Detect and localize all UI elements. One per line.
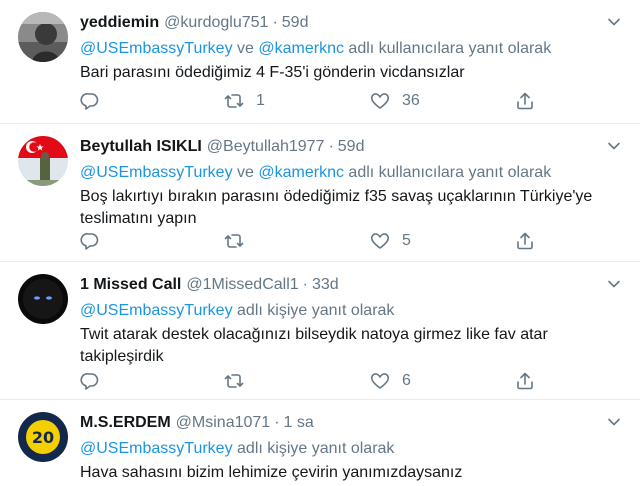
like-count: 6 (402, 372, 411, 389)
retweet-button[interactable] (224, 370, 256, 392)
share-button[interactable] (515, 230, 535, 252)
mention-link[interactable]: @USEmbassyTurkey (80, 440, 233, 457)
tweet-item[interactable]: 20 M.S.ERDEM @Msina1071 · 1 sa @USEmbassyTu… (0, 400, 640, 486)
like-count: 5 (402, 232, 411, 249)
tweet-item[interactable]: Beytullah ISIKLI @Beytullah1977 · 59d @USEm… (0, 124, 640, 262)
mention-link[interactable]: @USEmbassyTurkey (80, 40, 233, 57)
tweet-text: Bari parasını ödediğimiz 4 F-35'i gönder… (80, 64, 465, 81)
more-options-button[interactable] (604, 136, 624, 156)
reply-context: @USEmbassyTurkey adlı kişiye yanıt olara… (80, 300, 394, 322)
tweet-actions: 5 (80, 230, 540, 252)
reply-conjunction: ve (232, 164, 259, 181)
heart-icon (370, 233, 390, 249)
user-handle[interactable]: @kurdoglu751 (164, 14, 268, 31)
tweet-actions: 1 36 (80, 90, 540, 112)
share-icon (517, 372, 533, 390)
svg-text:20: 20 (32, 428, 54, 447)
separator-dot: · (328, 138, 334, 155)
reply-button[interactable] (80, 90, 100, 112)
user-handle[interactable]: @1MissedCall1 (186, 276, 298, 293)
mention-link[interactable]: @USEmbassyTurkey (80, 302, 233, 319)
reply-button[interactable] (80, 230, 100, 252)
tweet-actions: 6 (80, 370, 540, 392)
mention-link[interactable]: @USEmbassyTurkey (80, 164, 233, 181)
like-count: 36 (402, 92, 420, 109)
mention-link[interactable]: @kamerknc (258, 40, 344, 57)
avatar[interactable] (18, 136, 68, 186)
separator-dot: · (272, 14, 278, 31)
heart-icon (370, 373, 390, 389)
reply-icon (80, 373, 99, 390)
more-options-button[interactable] (604, 12, 624, 32)
reply-icon (80, 233, 99, 250)
more-options-button[interactable] (604, 274, 624, 294)
display-name[interactable]: 1 Missed Call (80, 276, 181, 293)
display-name[interactable]: M.S.ERDEM (80, 414, 171, 431)
user-handle[interactable]: @Msina1071 (176, 414, 271, 431)
separator-dot: · (302, 276, 308, 293)
like-button[interactable]: 5 (370, 230, 411, 252)
chevron-down-icon (608, 142, 620, 150)
reply-context: @USEmbassyTurkey ve @kamerknc adlı kulla… (80, 162, 551, 184)
reply-icon (80, 93, 99, 110)
tweet-item[interactable]: yeddiemin @kurdoglu751 · 59d @USEmbassyTurk… (0, 0, 640, 124)
reply-button[interactable] (80, 370, 100, 392)
reply-suffix: adlı kullanıcılara yanıt olarak (343, 164, 552, 181)
retweet-icon (224, 374, 244, 388)
display-name[interactable]: yeddiemin (80, 14, 159, 31)
reply-context: @USEmbassyTurkey ve @kamerknc adlı kulla… (80, 38, 551, 60)
share-button[interactable] (515, 370, 535, 392)
share-icon (517, 92, 533, 110)
tweet-text: Boş lakırtıyı bırakın parasını ödediğimi… (80, 188, 593, 227)
share-button[interactable] (515, 90, 535, 112)
display-name[interactable]: Beytullah ISIKLI (80, 138, 202, 155)
timestamp[interactable]: 33d (312, 276, 339, 293)
user-handle[interactable]: @Beytullah1977 (207, 138, 325, 155)
chevron-down-icon (608, 418, 620, 426)
retweet-icon (224, 94, 244, 108)
retweet-count: 1 (256, 92, 265, 109)
avatar[interactable] (18, 12, 68, 62)
reply-suffix: adlı kişiye yanıt olarak (232, 440, 395, 457)
tweet-text: Hava sahasını bizim lehimize çevirin yan… (80, 464, 463, 481)
retweet-icon (224, 234, 244, 248)
retweet-button[interactable]: 1 (224, 90, 265, 112)
share-icon (517, 232, 533, 250)
reply-suffix: adlı kişiye yanıt olarak (232, 302, 395, 319)
tweet-item[interactable]: 1 Missed Call @1MissedCall1 · 33d @USEmbass… (0, 262, 640, 400)
reply-feed: yeddiemin @kurdoglu751 · 59d @USEmbassyTurk… (0, 0, 640, 486)
more-options-button[interactable] (604, 412, 624, 432)
reply-context: @USEmbassyTurkey adlı kişiye yanıt olara… (80, 438, 394, 460)
tweet-header: 1 Missed Call @1MissedCall1 · 33d (80, 274, 339, 296)
retweet-button[interactable] (224, 230, 256, 252)
avatar[interactable] (18, 274, 68, 324)
timestamp[interactable]: 59d (282, 14, 309, 31)
avatar[interactable]: 20 (18, 412, 68, 462)
tweet-header: Beytullah ISIKLI @Beytullah1977 · 59d (80, 136, 364, 158)
like-button[interactable]: 6 (370, 370, 411, 392)
mention-link[interactable]: @kamerknc (258, 164, 344, 181)
heart-icon (370, 93, 390, 109)
chevron-down-icon (608, 280, 620, 288)
tweet-header: yeddiemin @kurdoglu751 · 59d (80, 12, 308, 34)
reply-conjunction: ve (232, 40, 259, 57)
timestamp[interactable]: 59d (338, 138, 365, 155)
chevron-down-icon (608, 18, 620, 26)
tweet-text: Twit atarak destek olacağınızı bilseydik… (80, 326, 548, 365)
timestamp[interactable]: 1 sa (284, 414, 314, 431)
separator-dot: · (274, 414, 280, 431)
like-button[interactable]: 36 (370, 90, 420, 112)
tweet-header: M.S.ERDEM @Msina1071 · 1 sa (80, 412, 314, 434)
reply-suffix: adlı kullanıcılara yanıt olarak (343, 40, 552, 57)
